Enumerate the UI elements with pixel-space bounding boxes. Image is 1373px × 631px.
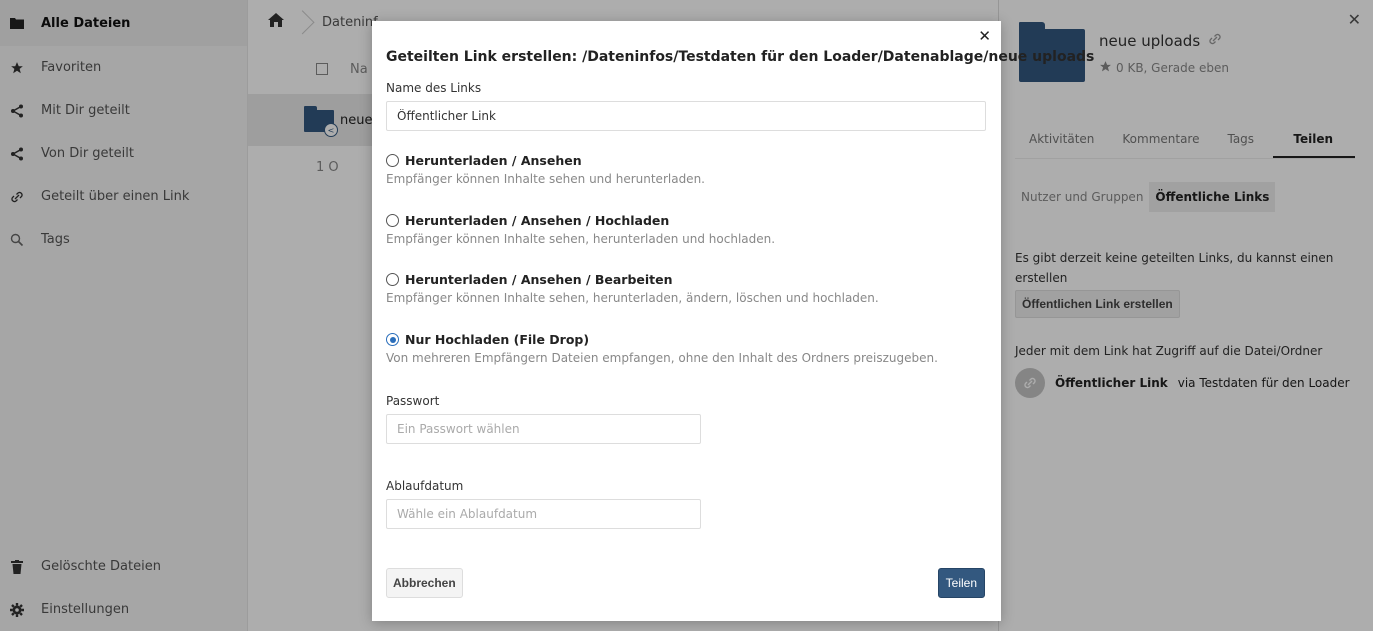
share-button[interactable]: Teilen bbox=[937, 568, 985, 598]
radio-button[interactable] bbox=[386, 154, 399, 167]
permission-option-download-view-upload[interactable]: Herunterladen / Ansehen / Hochladen Empf… bbox=[386, 213, 986, 246]
expiry-date-input[interactable] bbox=[386, 499, 701, 529]
option-label: Herunterladen / Ansehen bbox=[405, 153, 582, 168]
option-description: Empfänger können Inhalte sehen und herun… bbox=[386, 172, 705, 186]
radio-button[interactable] bbox=[386, 273, 399, 286]
dialog-title: Geteilten Link erstellen: /Dateninfos/Te… bbox=[386, 49, 1095, 65]
create-link-dialog: ✕ Geteilten Link erstellen: /Dateninfos/… bbox=[372, 21, 1094, 621]
link-name-input[interactable] bbox=[386, 101, 986, 131]
option-description: Empfänger können Inhalte sehen, herunter… bbox=[386, 232, 776, 246]
option-description: Von mehreren Empfängern Dateien empfange… bbox=[386, 351, 938, 365]
option-label: Herunterladen / Ansehen / Bearbeiten bbox=[405, 272, 673, 287]
link-name-label: Name des Links bbox=[386, 81, 482, 95]
option-description: Empfänger können Inhalte sehen, herunter… bbox=[386, 291, 879, 305]
permission-option-download-view[interactable]: Herunterladen / Ansehen Empfänger können… bbox=[386, 153, 986, 186]
radio-button-selected[interactable] bbox=[386, 333, 399, 346]
option-label: Herunterladen / Ansehen / Hochladen bbox=[405, 213, 670, 228]
expiry-date-label: Ablaufdatum bbox=[386, 479, 464, 493]
close-icon[interactable]: ✕ bbox=[978, 27, 991, 45]
password-label: Passwort bbox=[386, 394, 440, 408]
permission-option-file-drop[interactable]: Nur Hochladen (File Drop) Von mehreren E… bbox=[386, 332, 986, 365]
cancel-button[interactable]: Abbrechen bbox=[386, 568, 463, 598]
password-input[interactable] bbox=[386, 414, 701, 444]
permission-option-download-view-edit[interactable]: Herunterladen / Ansehen / Bearbeiten Emp… bbox=[386, 272, 986, 305]
radio-button[interactable] bbox=[386, 214, 399, 227]
option-label: Nur Hochladen (File Drop) bbox=[405, 332, 590, 347]
